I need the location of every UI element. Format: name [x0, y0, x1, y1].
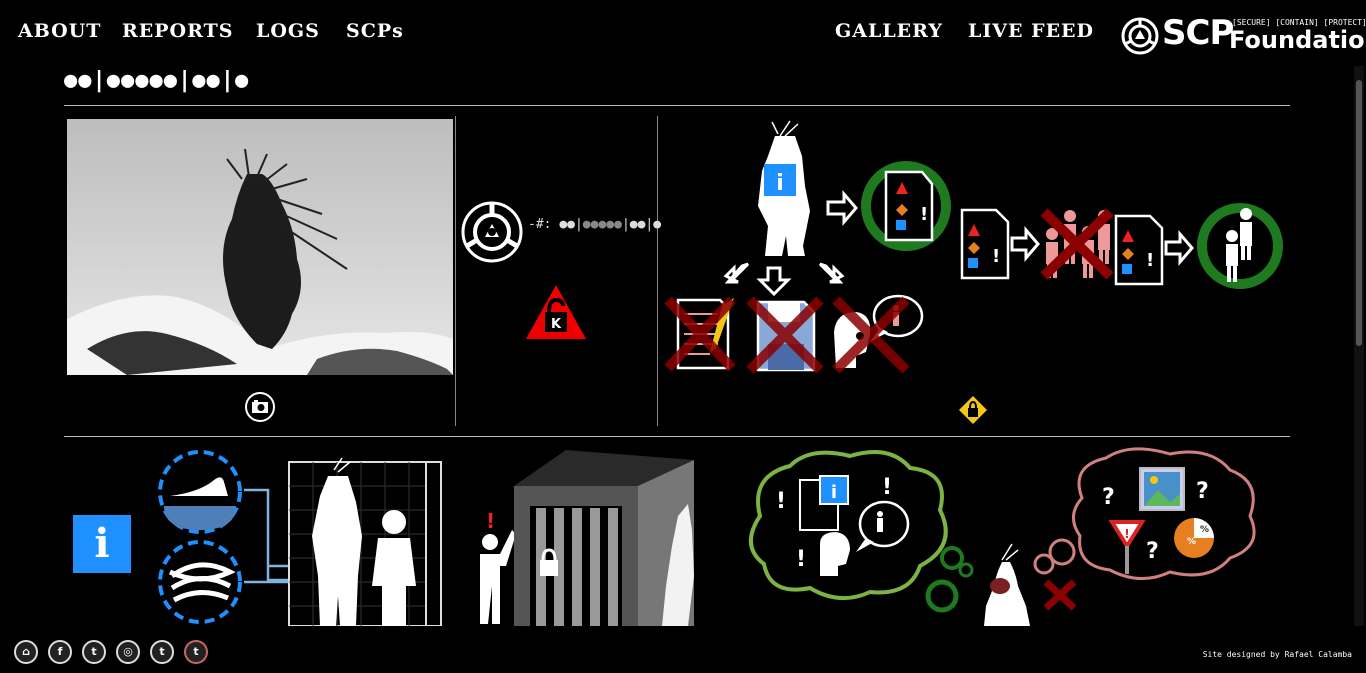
- page-title: ●●|●●●●●|●●|●: [64, 68, 250, 93]
- nav-scps-link[interactable]: SCPs: [346, 20, 404, 42]
- svg-text:i: i: [831, 482, 837, 503]
- svg-text:?: ?: [1102, 485, 1115, 510]
- scp-foundation-logo[interactable]: SCP [SECURE] [CONTAIN] [PROTECT] Foundat…: [1120, 12, 1366, 58]
- svg-text:!: !: [992, 246, 1000, 267]
- scp-emblem-icon: [1121, 17, 1159, 55]
- twitter-icon[interactable]: t: [82, 640, 106, 664]
- entity-figure-icon: i: [758, 120, 810, 256]
- info-icon[interactable]: i: [73, 515, 131, 573]
- containment-cell-diagram: !: [480, 450, 694, 626]
- approved-document-icon: !: [861, 161, 951, 251]
- floppy-disk-crossed-icon: [746, 296, 824, 374]
- logo-scp-text: SCP: [1162, 13, 1234, 53]
- item-number-redacted: ●●●●●: [582, 217, 622, 232]
- facebook-icon[interactable]: f: [48, 640, 72, 664]
- entity-size-comparison-diagram: [158, 450, 442, 626]
- nav-logs-link[interactable]: LOGS: [256, 20, 320, 42]
- personnel-group-crossed-icon: [1040, 208, 1114, 280]
- keter-class-warning-icon: K: [526, 285, 586, 339]
- svg-text:!: !: [1124, 527, 1129, 541]
- containment-procedure-diagram: i ! ! !: [664, 120, 1283, 424]
- speaking-head-crossed-icon: [832, 294, 924, 374]
- item-number-prefix: -#:: [528, 217, 552, 232]
- svg-text:?: ?: [1196, 479, 1209, 504]
- wikidot-icon[interactable]: ◎: [116, 640, 140, 664]
- svg-text:!: !: [1146, 250, 1154, 271]
- svg-text:i: i: [776, 171, 784, 196]
- top-navigation: ABOUT REPORTS LOGS SCPs GALLERY LIVE FEE…: [0, 0, 1366, 66]
- document-writing-crossed-icon: [664, 296, 736, 372]
- scp-emblem-icon: [461, 201, 523, 263]
- item-number-tail: |●●|●: [621, 217, 662, 232]
- item-number: -#: ●●|●●●●●|●●|●: [528, 217, 661, 232]
- svg-text:%: %: [1200, 525, 1209, 535]
- tumblr-icon[interactable]: t: [150, 640, 174, 664]
- site-credit: Site designed by Rafael Calamba: [1202, 650, 1352, 659]
- approved-personnel-icon: [1197, 203, 1283, 289]
- arrow-right-icon: [1010, 225, 1040, 263]
- nav-reports-link[interactable]: REPORTS: [122, 20, 233, 42]
- column-divider-1: [455, 116, 456, 426]
- nav-live-feed-link[interactable]: LIVE FEED: [968, 20, 1094, 42]
- arrow-right-icon: [826, 189, 858, 227]
- scrollbar-thumb[interactable]: [1356, 80, 1362, 346]
- object-class-letter: K: [551, 317, 562, 332]
- nav-about-link[interactable]: ABOUT: [18, 20, 101, 42]
- alerted-personnel-icon: !: [480, 509, 516, 624]
- logo-foundation-text: Foundation: [1229, 26, 1366, 54]
- arrow-down-right-icon: [818, 262, 845, 284]
- svg-text:!: !: [796, 547, 806, 572]
- svg-text:!: !: [920, 204, 928, 225]
- svg-text:!: !: [882, 475, 892, 500]
- arrow-down-left-icon: [723, 262, 750, 284]
- camera-icon[interactable]: [244, 391, 276, 423]
- specimen-photo[interactable]: [67, 119, 453, 375]
- arrow-down-icon: [756, 266, 792, 297]
- svg-text:!: !: [776, 489, 786, 514]
- arrow-right-icon: [1164, 229, 1194, 267]
- top-divider: [64, 105, 1290, 106]
- column-divider-2: [657, 116, 658, 426]
- svg-text:%: %: [1187, 537, 1196, 547]
- vertical-scrollbar[interactable]: [1354, 66, 1364, 626]
- scp-icon[interactable]: ⌂: [14, 640, 38, 664]
- item-number-bright: ●●|: [559, 217, 583, 232]
- nav-gallery-link[interactable]: GALLERY: [835, 20, 943, 42]
- restricted-access-icon: [959, 396, 987, 424]
- svg-text:!: !: [486, 509, 495, 533]
- middle-divider: [64, 436, 1290, 437]
- tumblr-alt-icon[interactable]: t: [184, 640, 208, 664]
- svg-text:?: ?: [1146, 539, 1159, 564]
- report-document-icon: !: [1114, 214, 1164, 286]
- report-document-icon: !: [960, 208, 1010, 280]
- lock-icon: [540, 560, 558, 576]
- memetic-thought-diagram: ! ! ! i ? ? ? ! % %: [749, 447, 1256, 626]
